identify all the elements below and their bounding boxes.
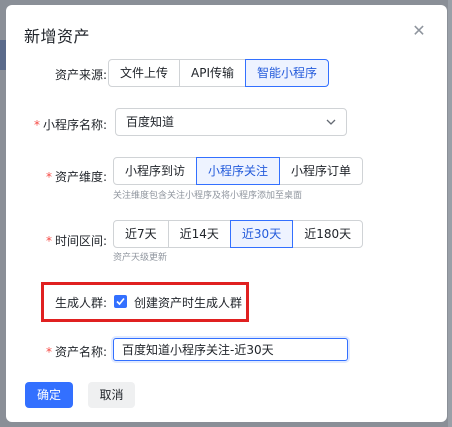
dimension-hint: 关注维度包含关注小程序及将小程序添加至桌面	[113, 191, 303, 201]
time-range-hint: 资产天级更新	[113, 253, 168, 263]
chevron-down-icon	[326, 109, 336, 146]
new-asset-dialog: 新增资产 ✕ 资产来源: 文件上传 API传输 智能小程序 * 小程序名称: 百度…	[6, 5, 447, 422]
asset-name-input[interactable]	[113, 338, 348, 361]
generate-audience-checkbox-label[interactable]: 创建资产时生成人群	[134, 294, 242, 311]
confirm-button[interactable]: 确定	[25, 382, 73, 408]
miniprogram-select[interactable]: 百度知道	[115, 108, 347, 136]
required-mark: *	[45, 345, 52, 359]
dimension-option-follow[interactable]: 小程序关注	[196, 157, 281, 185]
dimension-option-order[interactable]: 小程序订单	[279, 157, 364, 185]
check-icon	[116, 297, 125, 306]
time-option-14d[interactable]: 近14天	[167, 220, 231, 248]
cancel-button[interactable]: 取消	[88, 382, 135, 408]
time-option-30d[interactable]: 近30天	[229, 220, 294, 248]
source-option-file-upload[interactable]: 文件上传	[108, 59, 181, 87]
miniprogram-select-value: 百度知道	[126, 115, 175, 129]
time-range-label: * 时间区间:	[45, 234, 107, 248]
asset-name-label: * 资产名称:	[45, 345, 107, 359]
required-mark: *	[45, 170, 52, 184]
dimension-segmented: 小程序到访 小程序关注 小程序订单	[113, 157, 364, 185]
generate-audience-label: 生成人群:	[54, 296, 107, 310]
source-segmented: 文件上传 API传输 智能小程序	[108, 59, 330, 87]
dimension-label: * 资产维度:	[45, 170, 107, 184]
source-option-miniprogram[interactable]: 智能小程序	[245, 59, 330, 87]
miniprogram-name-label: * 小程序名称:	[33, 118, 107, 132]
generate-audience-checkbox[interactable]	[114, 295, 127, 308]
dialog-title: 新增资产	[24, 27, 91, 46]
time-option-7d[interactable]: 近7天	[113, 220, 169, 248]
source-option-api[interactable]: API传输	[179, 59, 247, 87]
time-option-180d[interactable]: 近180天	[292, 220, 364, 248]
close-icon[interactable]: ✕	[411, 23, 427, 39]
source-label: 资产来源:	[54, 68, 107, 82]
time-range-segmented: 近7天 近14天 近30天 近180天	[113, 220, 364, 248]
dimension-option-visit[interactable]: 小程序到访	[113, 157, 198, 185]
background-page-edge	[448, 0, 452, 427]
required-mark: *	[33, 118, 40, 132]
required-mark: *	[45, 234, 52, 248]
